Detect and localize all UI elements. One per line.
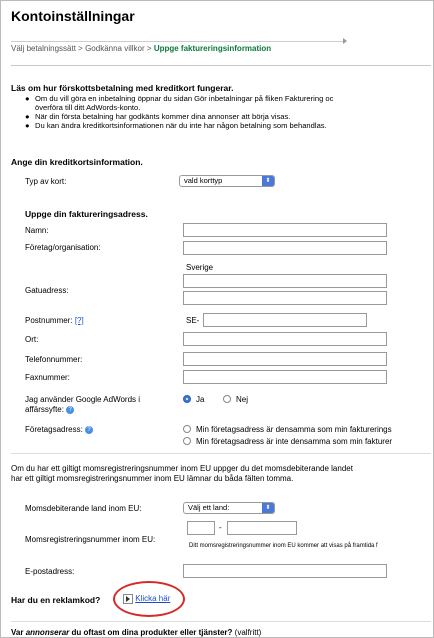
vat-info-line: har ett giltigt momsregistreringsnummer … bbox=[11, 474, 294, 483]
company-address-same-radio[interactable] bbox=[183, 425, 191, 433]
info-bullet: ● Om du vill göra en inbetalning öppnar d… bbox=[25, 94, 334, 103]
postal-prefix: SE- bbox=[186, 316, 200, 325]
info-heading: Läs om hur förskottsbetalning med kredit… bbox=[11, 83, 234, 93]
card-type-label: Typ av kort: bbox=[25, 177, 67, 186]
info-bullet: ● Du kan ändra kreditkortsinformationen n… bbox=[25, 121, 327, 130]
highlight-circle bbox=[113, 581, 185, 617]
section-divider bbox=[11, 621, 431, 622]
street-label: Gatuadress: bbox=[25, 286, 69, 295]
business-use-yes-radio[interactable] bbox=[183, 395, 191, 403]
info-bullet-continuation: överföra till ditt AdWords-konto. bbox=[35, 103, 141, 112]
up-down-arrows-icon: ⬍ bbox=[262, 503, 274, 513]
postal-help-link[interactable]: [?] bbox=[75, 316, 84, 325]
business-use-no-label: Nej bbox=[236, 395, 249, 404]
vat-number-label: Momsregistreringsnummer inom EU: bbox=[25, 535, 156, 544]
business-use-label-cont: affärssyfte: ? bbox=[25, 405, 75, 414]
section-divider bbox=[11, 65, 431, 66]
vat-info-line: Om du har ett giltigt momsregistreringsn… bbox=[11, 464, 353, 473]
email-label: E-postadress: bbox=[25, 567, 75, 576]
phone-label: Telefonnummer: bbox=[25, 355, 83, 364]
street-field-line2[interactable] bbox=[183, 291, 387, 305]
card-type-select[interactable]: vald korttyp ⬍ bbox=[179, 175, 275, 187]
breadcrumb-separator: > bbox=[146, 44, 152, 53]
question-circle-icon[interactable]: ? bbox=[85, 425, 94, 434]
vat-number-field[interactable] bbox=[227, 521, 297, 535]
email-field[interactable] bbox=[183, 564, 387, 578]
business-use-no-radio[interactable] bbox=[223, 395, 231, 403]
promo-code-question: Har du en reklamkod? bbox=[11, 595, 101, 605]
company-field[interactable] bbox=[183, 241, 387, 255]
section-divider bbox=[11, 453, 431, 454]
company-address-same-label: Min företagsadress är densamma som min f… bbox=[196, 425, 392, 434]
street-field-line1[interactable] bbox=[183, 274, 387, 288]
vat-number-note: Ditt momsregistreringsnummer inom EU kom… bbox=[189, 543, 378, 549]
info-bullet: ● När din första betalning har godkänts k… bbox=[25, 112, 291, 121]
breadcrumb-pointer-icon bbox=[343, 38, 347, 44]
page-title: Kontoinställningar bbox=[11, 8, 135, 24]
breadcrumb-step-2: Godkänna villkor bbox=[85, 44, 145, 53]
vat-country-select[interactable]: Välj ett land: ⬍ bbox=[183, 502, 275, 514]
company-address-different-label: Min företagsadress är inte densamma som … bbox=[196, 437, 393, 446]
vat-number-separator: - bbox=[219, 523, 222, 532]
phone-field[interactable] bbox=[183, 352, 387, 366]
business-use-label: Jag använder Google AdWords i bbox=[25, 395, 141, 404]
fax-label: Faxnummer: bbox=[25, 373, 70, 382]
address-heading: Uppge din faktureringsadress. bbox=[25, 209, 148, 219]
billing-form-page: Kontoinställningar Välj betalningssätt >… bbox=[0, 0, 434, 638]
vat-number-prefix-field[interactable] bbox=[187, 521, 215, 535]
city-label: Ort: bbox=[25, 335, 39, 344]
question-circle-icon[interactable]: ? bbox=[66, 405, 75, 414]
postal-field[interactable] bbox=[203, 313, 367, 327]
postal-label: Postnummer: [?] bbox=[25, 316, 84, 325]
breadcrumb-divider bbox=[11, 41, 343, 42]
vat-country-label: Momsdebiterande land inom EU: bbox=[25, 504, 142, 513]
breadcrumb-separator: > bbox=[78, 44, 83, 53]
country-value: Sverige bbox=[186, 263, 214, 272]
up-down-arrows-icon: ⬍ bbox=[262, 176, 274, 186]
breadcrumb-step-1: Välj betalningssätt bbox=[11, 44, 76, 53]
company-label: Företag/organisation: bbox=[25, 243, 101, 252]
business-use-yes-label: Ja bbox=[196, 395, 205, 404]
card-heading: Ange din kreditkortsinformation. bbox=[11, 157, 143, 167]
advertise-question: Var annonserar du oftast om dina produkt… bbox=[11, 628, 262, 637]
name-field[interactable] bbox=[183, 223, 387, 237]
city-field[interactable] bbox=[183, 332, 387, 346]
breadcrumb-step-3-current: Uppge faktureringsinformation bbox=[153, 44, 272, 53]
breadcrumb: Välj betalningssätt > Godkänna villkor >… bbox=[11, 44, 271, 53]
company-address-label: Företagsadress: ? bbox=[25, 425, 94, 434]
company-address-different-radio[interactable] bbox=[183, 437, 191, 445]
fax-field[interactable] bbox=[183, 370, 387, 384]
name-label: Namn: bbox=[25, 226, 49, 235]
